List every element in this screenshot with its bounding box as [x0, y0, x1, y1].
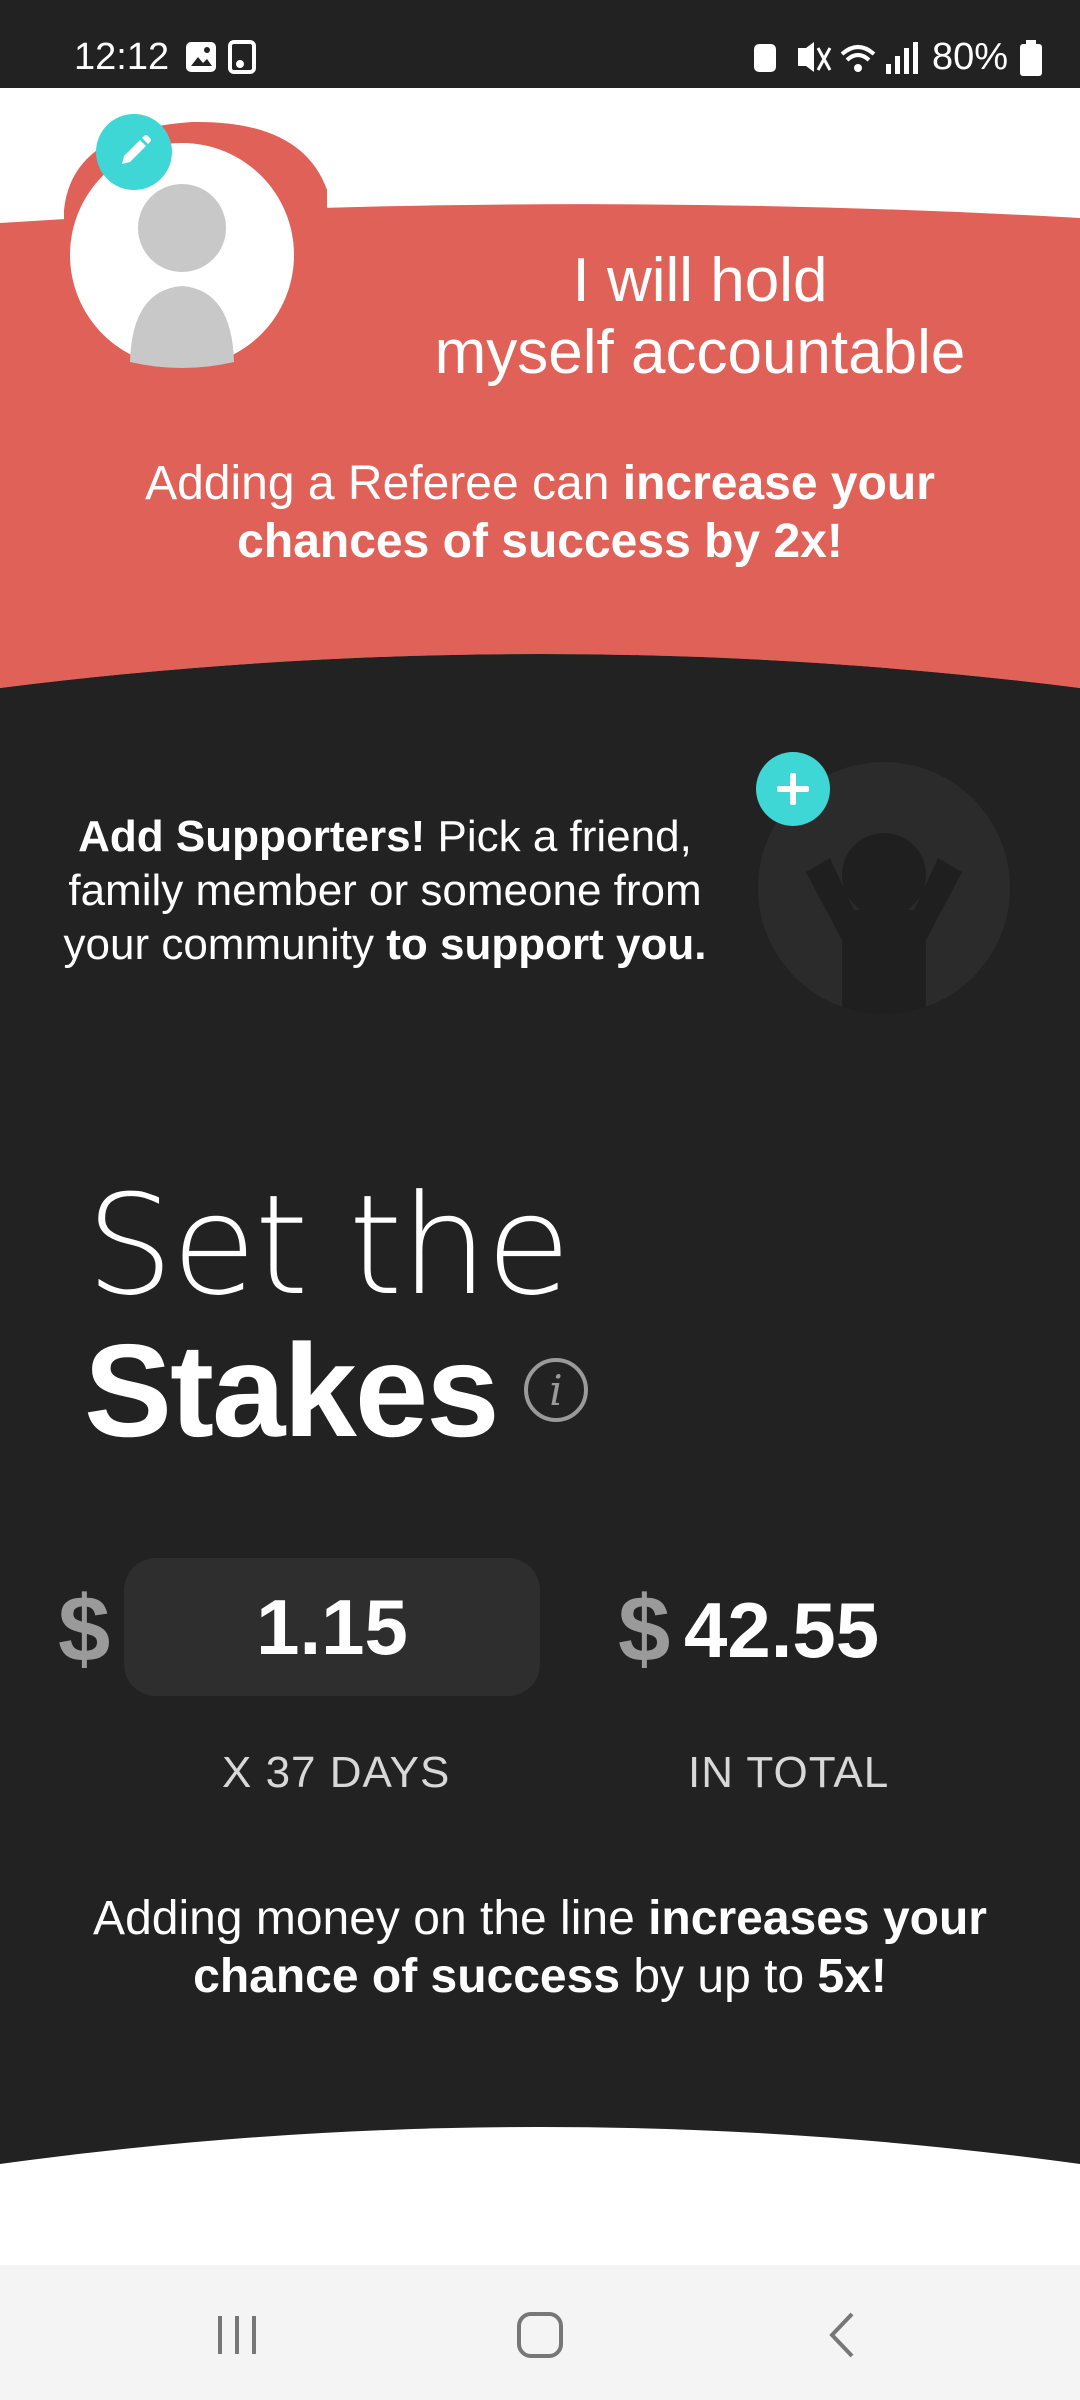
back-button[interactable]	[798, 2300, 888, 2370]
stakes-title-light: Set the	[86, 1165, 571, 1326]
referee-tip-text: Adding a Referee can	[145, 457, 623, 510]
supporters-bold-ending: to support you.	[386, 920, 707, 969]
supporters-bold-heading: Add Supporters!	[78, 812, 426, 861]
money-tip: Adding money on the line increases your …	[60, 1890, 1020, 2006]
pledge-line-1: I will hold	[572, 246, 828, 315]
status-time: 12:12	[74, 36, 170, 78]
recent-apps-button[interactable]	[192, 2300, 282, 2370]
plus-icon	[777, 773, 809, 805]
pledge-line-2: myself accountable	[434, 318, 966, 387]
back-icon	[829, 2312, 854, 2358]
status-system-icons: 80%	[750, 36, 1042, 79]
status-bar: 12:12 80%	[0, 0, 1080, 88]
money-tip-text-1: Adding money on the line	[93, 1892, 649, 1945]
money-tip-text-2: by up to	[620, 1950, 818, 2003]
total-stake-value: 42.55	[684, 1586, 880, 1674]
recent-apps-icon	[218, 2316, 256, 2354]
pencil-icon	[122, 135, 151, 164]
home-icon	[517, 2312, 563, 2358]
status-indicator-icons	[753, 41, 918, 74]
bottom-curve	[0, 2100, 1080, 2270]
battery-icon	[1020, 39, 1042, 76]
info-icon[interactable]: i	[524, 1358, 588, 1422]
total-currency-symbol: $	[618, 1576, 671, 1681]
days-caption: X 37 DAYS	[222, 1748, 451, 1797]
daily-stake-input[interactable]: 1.15	[124, 1558, 540, 1696]
status-notification-icons	[182, 40, 262, 81]
supporters-text: Add Supporters! Pick a friend, family me…	[40, 810, 730, 972]
dark-section-curve	[0, 600, 1080, 710]
total-caption: IN TOTAL	[688, 1748, 890, 1797]
stakes-title-bold: Stakes	[84, 1317, 500, 1464]
money-tip-bold-2: 5x!	[817, 1950, 887, 2003]
daily-currency-symbol: $	[58, 1576, 111, 1681]
referee-tip: Adding a Referee can increase your chanc…	[80, 455, 1000, 571]
home-button[interactable]	[495, 2300, 585, 2370]
add-supporter-button[interactable]	[756, 752, 830, 826]
pledge-statement: I will hold myself accountable	[400, 245, 1000, 389]
battery-percent: 80%	[931, 36, 1008, 78]
edit-avatar-button[interactable]	[96, 114, 172, 190]
